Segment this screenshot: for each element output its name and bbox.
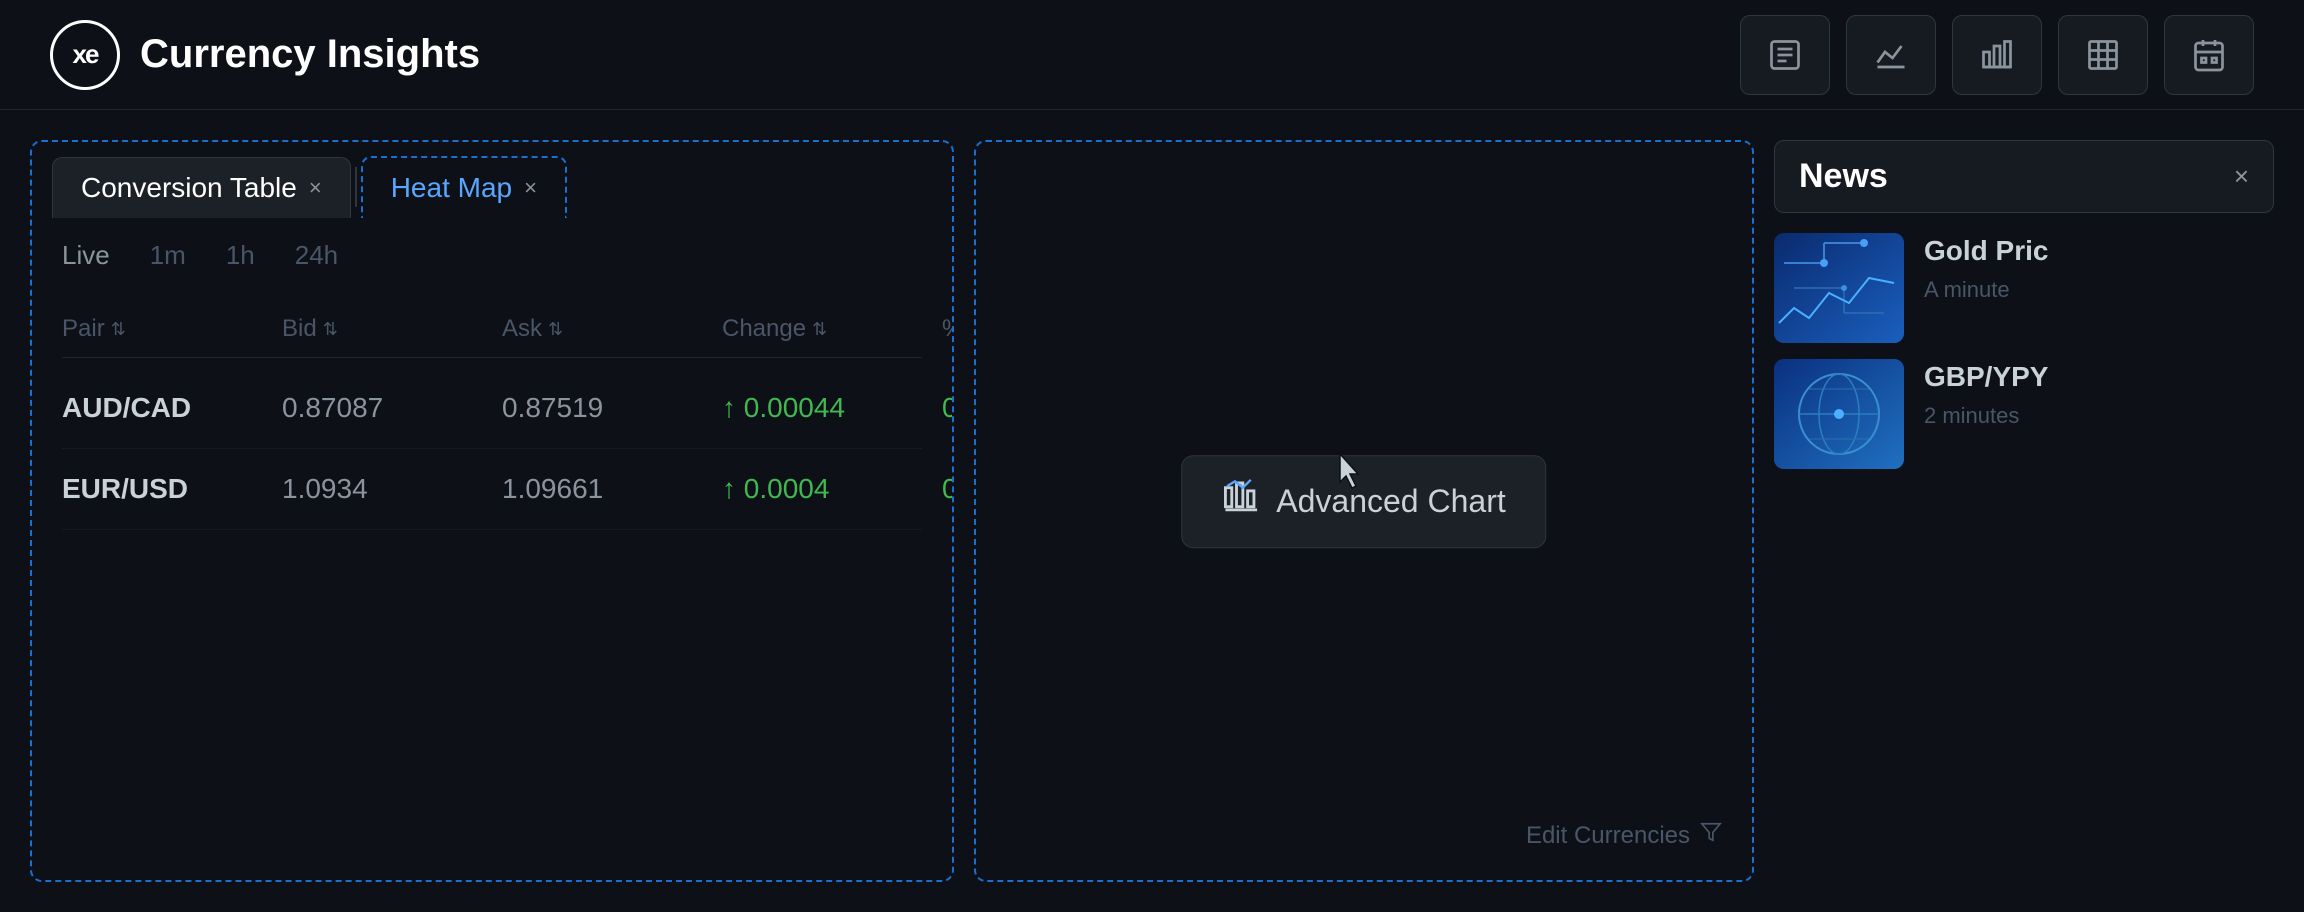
filter-24h[interactable]: 24h (295, 240, 338, 271)
news-headline-gold: Gold Pric (1924, 233, 2274, 269)
left-panel: Conversion Table × Heat Map × Live 1m 1h… (30, 140, 954, 882)
cell-change-2: ↑ 0.0004 (722, 473, 942, 505)
app-title: Currency Insights (140, 32, 480, 77)
news-close-button[interactable]: × (2234, 161, 2249, 192)
middle-panel: Advanced Chart Edit Currencies (974, 140, 1754, 882)
cell-pair-2: EUR/USD (62, 473, 282, 505)
news-headline-gbp: GBP/YPY (1924, 359, 2274, 395)
tab-heat-map[interactable]: Heat Map × (361, 156, 567, 218)
header-icon-bar (1740, 15, 2254, 95)
cell-pct-2: 0.102% (942, 473, 952, 505)
advanced-chart-icon (1222, 478, 1260, 525)
news-items-list: Gold Pric A minute (1774, 233, 2274, 469)
news-thumbnail-gold (1774, 233, 1904, 343)
edit-currencies[interactable]: Edit Currencies (1526, 821, 1722, 850)
col-change[interactable]: Change ⇅ (722, 315, 942, 343)
header-table-button[interactable] (2058, 15, 2148, 95)
news-content-gbp: GBP/YPY 2 minutes (1924, 359, 2274, 429)
tabs-bar: Conversion Table × Heat Map × (32, 140, 952, 218)
filter-1m[interactable]: 1m (150, 240, 186, 271)
header-linechart-button[interactable] (1846, 15, 1936, 95)
tab-conversion-table-label: Conversion Table (81, 172, 297, 204)
filter-live[interactable]: Live (62, 240, 110, 271)
news-time-gold: A minute (1924, 277, 2274, 303)
header-calendar-button[interactable] (2164, 15, 2254, 95)
logo-area: xe Currency Insights (50, 20, 480, 90)
sort-ask-icon: ⇅ (548, 319, 563, 340)
col-pair[interactable]: Pair ⇅ (62, 315, 282, 343)
table-area: Live 1m 1h 24h Pair ⇅ Bid ⇅ Ask ⇅ (32, 220, 952, 880)
tab-heat-map-close[interactable]: × (524, 177, 537, 199)
cell-ask-1: 0.87519 (502, 392, 722, 424)
col-pct-change[interactable]: % Change ⇅ (942, 315, 952, 343)
filter-1h[interactable]: 1h (226, 240, 255, 271)
circuit-pattern-icon (1774, 233, 1904, 343)
col-ask[interactable]: Ask ⇅ (502, 315, 722, 343)
line-chart-icon (1873, 37, 1909, 73)
news-item[interactable]: Gold Pric A minute (1774, 233, 2274, 343)
table-row[interactable]: EUR/USD 1.0934 1.09661 ↑ 0.0004 0.102% (62, 449, 922, 530)
tab-conversion-table-close[interactable]: × (309, 177, 322, 199)
news-content-gold: Gold Pric A minute (1924, 233, 2274, 303)
header-barchart-button[interactable] (1952, 15, 2042, 95)
cell-bid-2: 1.0934 (282, 473, 502, 505)
advanced-chart-button[interactable]: Advanced Chart (1181, 455, 1546, 548)
news-item[interactable]: GBP/YPY 2 minutes (1774, 359, 2274, 469)
tab-divider (355, 167, 357, 207)
news-thumbnail-gbp (1774, 359, 1904, 469)
cell-pair-1: AUD/CAD (62, 392, 282, 424)
main-content: Conversion Table × Heat Map × Live 1m 1h… (0, 110, 2304, 912)
header-news-button[interactable] (1740, 15, 1830, 95)
news-header: News × (1774, 140, 2274, 213)
sort-change-icon: ⇅ (812, 319, 827, 340)
cell-pct-1: 0.051% (942, 392, 952, 424)
calendar-icon (2191, 37, 2227, 73)
tab-conversion-table[interactable]: Conversion Table × (52, 157, 351, 218)
sort-pair-icon: ⇅ (111, 319, 126, 340)
app-header: xe Currency Insights (0, 0, 2304, 110)
news-time-gbp: 2 minutes (1924, 403, 2274, 429)
bar-chart-icon (1979, 37, 2015, 73)
news-panel: News × (1774, 140, 2274, 882)
cell-ask-2: 1.09661 (502, 473, 722, 505)
col-bid[interactable]: Bid ⇅ (282, 315, 502, 343)
xe-logo: xe (50, 20, 120, 90)
circuit-globe-icon (1774, 359, 1904, 469)
cell-change-1: ↑ 0.00044 (722, 392, 942, 424)
tab-heat-map-label: Heat Map (391, 172, 512, 204)
filter-icon (1700, 821, 1722, 850)
table-row[interactable]: AUD/CAD 0.87087 0.87519 ↑ 0.00044 0.051% (62, 368, 922, 449)
advanced-chart-label: Advanced Chart (1276, 483, 1505, 520)
sort-bid-icon: ⇅ (323, 319, 338, 340)
news-doc-icon (1767, 37, 1803, 73)
table-header: Pair ⇅ Bid ⇅ Ask ⇅ Change ⇅ % Change ⇅ (62, 301, 922, 358)
edit-currencies-label: Edit Currencies (1526, 822, 1690, 850)
table-grid-icon (2085, 37, 2121, 73)
time-filters: Live 1m 1h 24h (62, 240, 922, 271)
news-title: News (1799, 157, 1888, 196)
cell-bid-1: 0.87087 (282, 392, 502, 424)
